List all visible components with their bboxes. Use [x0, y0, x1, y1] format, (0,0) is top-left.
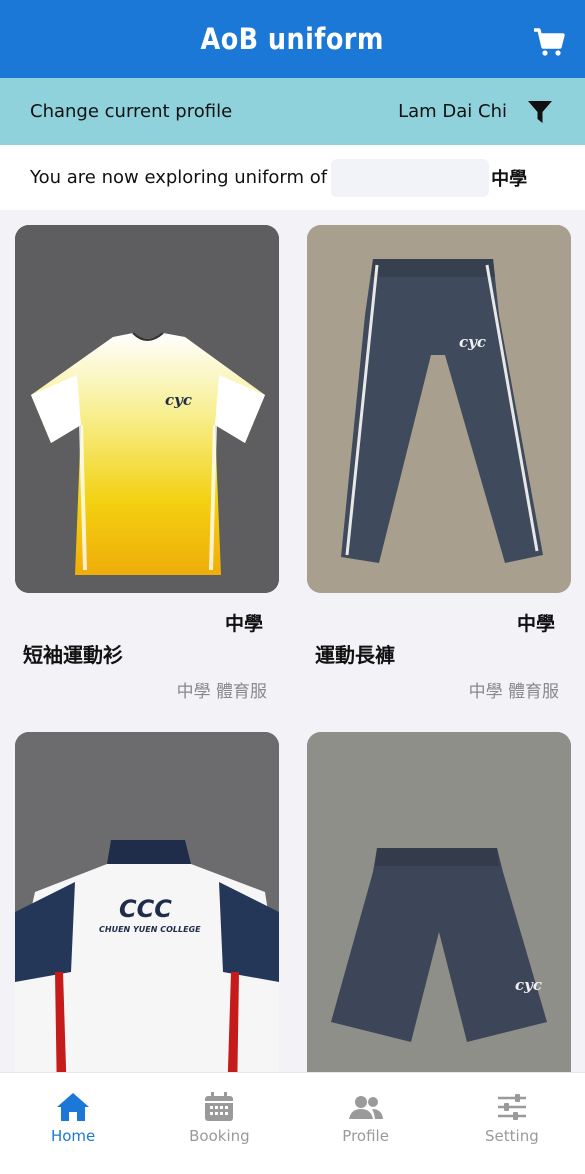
nav-setting-label: Setting — [485, 1127, 539, 1145]
explore-bar: You are now exploring uniform of 中學 — [0, 145, 585, 210]
product-grid: cyc 中學 短袖運動衫 中學 體育服 cyc 中學 運動長褲 中學 體育服 C… — [0, 210, 585, 1072]
svg-text:cyc: cyc — [515, 976, 542, 994]
nav-home[interactable]: Home — [0, 1073, 146, 1174]
product-card[interactable]: cyc — [307, 732, 571, 1072]
school-name-masked — [331, 158, 490, 197]
product-image-jacket[interactable]: CCC CHUEN YUEN COLLEGE — [15, 732, 279, 1072]
nav-home-label: Home — [50, 1127, 96, 1145]
product-name[interactable]: 短袖運動衫 — [23, 639, 123, 668]
product-card[interactable]: cyc 中學 短袖運動衫 中學 體育服 — [15, 225, 279, 702]
home-icon — [57, 1093, 90, 1121]
svg-text:CCC: CCC — [119, 895, 172, 923]
bottom-nav: Home Booking Profile Setting — [0, 1072, 585, 1174]
filter-icon — [528, 100, 552, 123]
product-name[interactable]: 運動長褲 — [315, 639, 395, 668]
product-category: 中學 體育服 — [468, 682, 559, 702]
product-image-shorts[interactable]: cyc — [307, 732, 571, 1072]
app-title: AoB uniform — [200, 22, 385, 56]
product-school: 中學 — [224, 613, 263, 635]
svg-text:CHUEN YUEN COLLEGE: CHUEN YUEN COLLEGE — [99, 925, 201, 934]
nav-profile-label: Profile — [342, 1127, 389, 1145]
cart-button[interactable] — [533, 26, 565, 58]
nav-booking[interactable]: Booking — [146, 1073, 292, 1174]
svg-text:cyc: cyc — [459, 333, 486, 351]
cart-icon — [534, 28, 565, 56]
change-profile-label[interactable]: Change current profile — [30, 101, 398, 122]
nav-setting[interactable]: Setting — [439, 1073, 585, 1174]
product-image-sports-pants[interactable]: cyc — [307, 225, 571, 593]
school-suffix: 中學 — [491, 168, 528, 190]
product-school: 中學 — [516, 613, 555, 635]
product-image-sports-shirt[interactable]: cyc — [15, 225, 279, 593]
product-category: 中學 體育服 — [176, 682, 267, 702]
current-profile-name[interactable]: Lam Dai Chi — [398, 101, 507, 122]
product-card[interactable]: cyc 中學 運動長褲 中學 體育服 — [307, 225, 571, 702]
filter-button[interactable] — [525, 97, 555, 127]
product-card[interactable]: CCC CHUEN YUEN COLLEGE — [15, 732, 279, 1072]
profile-bar[interactable]: Change current profile Lam Dai Chi — [0, 78, 585, 145]
nav-booking-label: Booking — [189, 1127, 250, 1145]
app-bar: AoB uniform — [0, 0, 585, 78]
nav-profile[interactable]: Profile — [293, 1073, 439, 1174]
explore-label: You are now exploring uniform of — [30, 167, 328, 188]
sliders-icon — [497, 1094, 526, 1120]
calendar-icon — [205, 1092, 234, 1121]
users-icon — [348, 1096, 383, 1119]
svg-text:cyc: cyc — [165, 391, 192, 409]
